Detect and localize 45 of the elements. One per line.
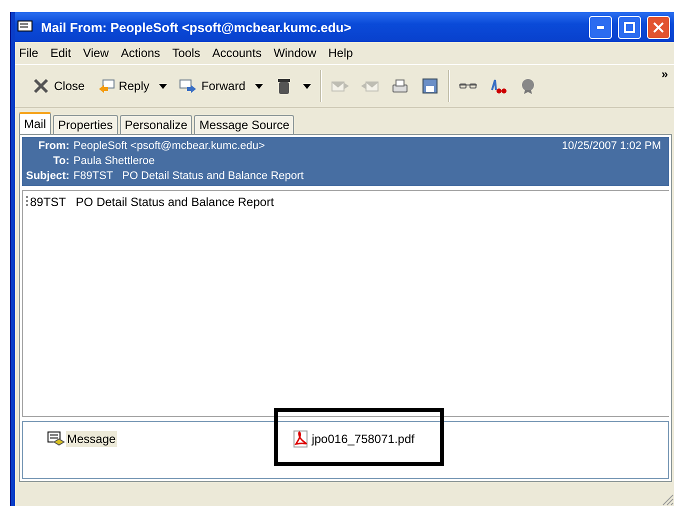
minimize-button[interactable]: [589, 16, 612, 38]
glasses-icon: [459, 83, 478, 89]
menu-item[interactable]: File: [19, 46, 38, 60]
field-value: PeopleSoft <psoft@mcbear.kumc.edu>: [73, 140, 266, 152]
field-value: F89TST PO Detail Status and Balance Report: [73, 170, 305, 182]
reply-icon: [96, 77, 115, 95]
tab[interactable]: Message Source: [194, 115, 294, 134]
maximize-icon: [624, 22, 635, 32]
minimize-icon: [597, 26, 604, 28]
attachment-item[interactable]: jpo016_758071.pdf: [310, 431, 416, 447]
print-icon: [391, 77, 410, 95]
toolbar-button[interactable]: Forward: [176, 75, 266, 97]
menu-item[interactable]: View: [83, 46, 109, 60]
maximize-button[interactable]: [618, 16, 641, 38]
body-text: 89TST PO Detail Status and Balance Report: [30, 195, 274, 209]
field-value: Paula Shettleroe: [73, 155, 156, 167]
field-label: To:: [52, 155, 70, 167]
toolbar-button[interactable]: Reply: [94, 75, 170, 97]
signature-icon: [489, 77, 508, 95]
field-label: From:: [37, 140, 70, 152]
message-body[interactable]: 89TST PO Detail Status and Balance Report: [22, 190, 669, 417]
close-icon: [32, 77, 50, 95]
resize-grip-icon[interactable]: [662, 494, 674, 506]
close-icon: [653, 22, 664, 32]
field-label: Subject:: [26, 170, 70, 182]
tab[interactable]: Properties: [53, 115, 118, 134]
toolbar-overflow[interactable]: »: [661, 67, 668, 81]
menu-item[interactable]: Tools: [172, 46, 200, 60]
menu-item[interactable]: Actions: [120, 46, 160, 60]
menu-item[interactable]: Edit: [50, 46, 72, 60]
save-icon: [421, 77, 440, 95]
window-title: Mail From: PeopleSoft <psoft@mcbear.kumc.edu>: [41, 20, 352, 34]
message-date: 10/25/2007 1:02 PM: [562, 140, 661, 152]
forward-icon: [179, 77, 198, 95]
menu-item[interactable]: Accounts: [212, 46, 262, 60]
message-icon: [47, 430, 65, 448]
tab[interactable]: Mail: [19, 112, 52, 134]
attachment-item[interactable]: Message: [66, 431, 117, 447]
menu-item[interactable]: Help: [328, 46, 353, 60]
close-button[interactable]: [647, 16, 670, 38]
pdf-icon: [292, 430, 310, 448]
menu-item[interactable]: Window: [274, 46, 316, 60]
toolbar-button[interactable]: Close: [29, 75, 88, 97]
text-cursor-icon: [25, 195, 30, 209]
tab[interactable]: Personalize: [120, 115, 192, 134]
